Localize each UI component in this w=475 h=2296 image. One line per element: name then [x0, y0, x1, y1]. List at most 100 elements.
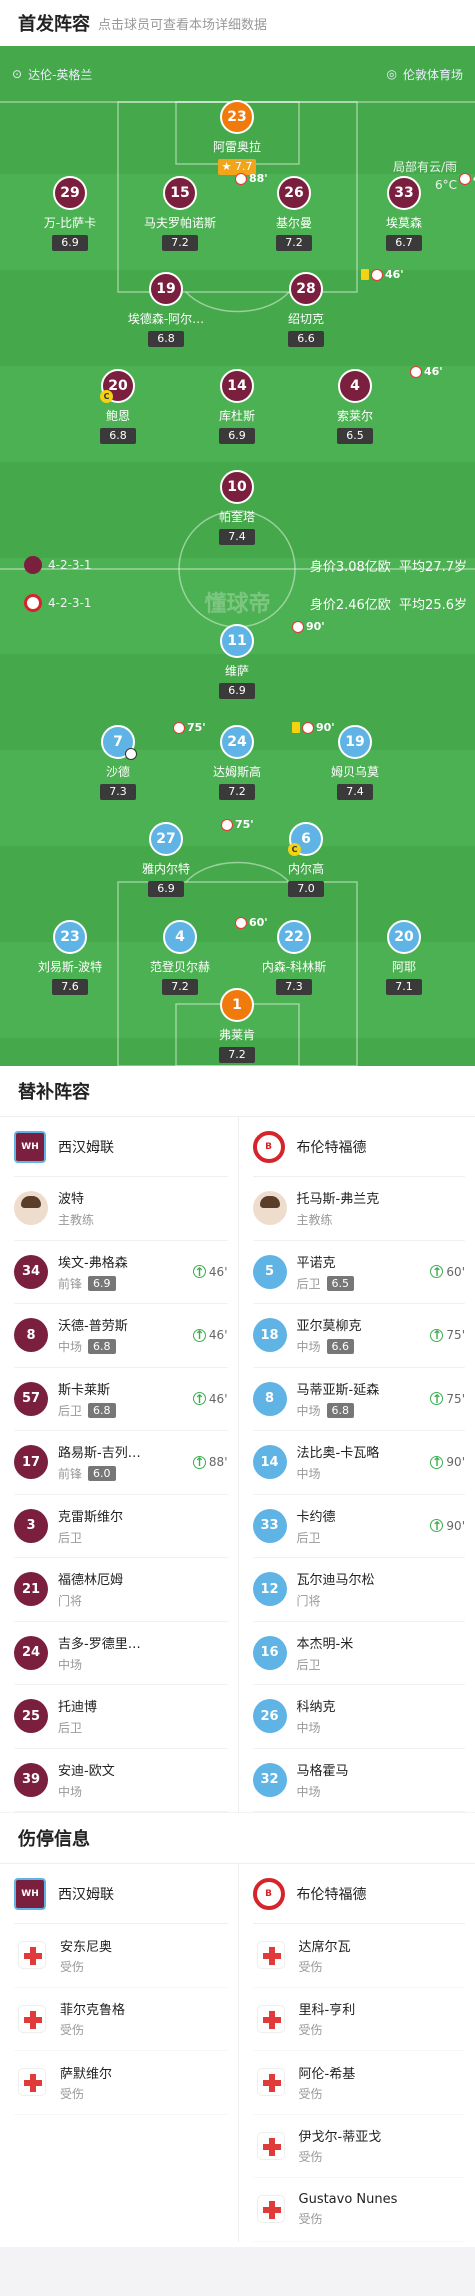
away-player[interactable]: 23 刘易斯-波特 7.6 — [15, 920, 125, 995]
player-number: 4 — [350, 378, 360, 394]
sub-position-line: 后卫 — [58, 1529, 228, 1546]
inj-home-team[interactable]: WH 西汉姆联 — [14, 1864, 228, 1924]
rating-value: 7.4 — [228, 530, 246, 543]
sub-row[interactable]: 8 沃德-普劳斯 中场 6.8 ↑ 46' — [14, 1304, 228, 1368]
sub-row[interactable]: 8 马蒂亚斯-延森 中场 6.8 ↑ 75' — [252, 1368, 465, 1431]
sub-row[interactable]: 26 科纳克 中场 — [252, 1685, 465, 1749]
player-number-circle: 20 C — [100, 369, 135, 403]
player-name: 维萨 — [224, 664, 249, 678]
rating-value: 6.9 — [61, 236, 79, 249]
player-rating: 7.2 — [162, 235, 198, 251]
sub-position: 前锋 — [58, 1276, 83, 1291]
injured-player-name: 菲尔克鲁格 — [60, 2003, 126, 2019]
home-player[interactable]: 29 万-比萨卡 6.9 — [15, 176, 125, 251]
home-player[interactable]: 10 帕奎塔 7.4 — [182, 470, 292, 545]
sub-row[interactable]: 17 路易斯-吉列… 前锋 6.0 ↑ 88' — [14, 1431, 228, 1495]
player-rating: 6.7 — [386, 235, 422, 251]
away-player[interactable]: 4 60' 范登贝尔赫 7.2 — [125, 916, 268, 995]
sub-row[interactable]: 托马斯-弗兰克 主教练 — [252, 1177, 466, 1241]
sub-row[interactable]: 24 吉多-罗德里… 中场 — [14, 1622, 228, 1685]
player-name: 雅内尔特 — [141, 862, 190, 876]
player-rating: 6.8 — [100, 428, 136, 444]
sub-row[interactable]: 3 克雷斯维尔 后卫 — [14, 1495, 228, 1558]
sub-row[interactable]: 32 马格霍马 中场 — [252, 1749, 466, 1812]
home-player[interactable]: 19 埃德森-阿尔… 6.8 — [111, 272, 221, 347]
sub-row[interactable]: 14 法比奥-卡瓦略 中场 ↑ 90' — [252, 1431, 465, 1495]
inj-away-team[interactable]: B 布伦特福德 — [252, 1864, 465, 1924]
home-player[interactable]: 14 库杜斯 6.9 — [182, 369, 292, 444]
home-player[interactable]: 33 46' 埃莫森 6.7 — [349, 172, 475, 251]
injured-player-name: 安东尼奥 — [60, 1939, 113, 1955]
player-number-circle: 4 46' — [338, 365, 443, 403]
substitution-icon — [221, 818, 233, 831]
sub-position-line: 中场 — [297, 1783, 466, 1800]
rating-value: 6.9 — [157, 882, 175, 895]
home-player[interactable]: 28 46' 绍切克 6.6 — [251, 268, 404, 347]
subs-home-team[interactable]: WH 西汉姆联 — [14, 1117, 228, 1177]
sub-time: 75' — [446, 1328, 465, 1343]
sub-row[interactable]: 25 托迪博 后卫 — [14, 1685, 228, 1749]
player-number: 19 — [156, 281, 176, 297]
sub-minute: 90' — [306, 620, 325, 633]
sub-position: 主教练 — [296, 1213, 333, 1228]
away-player[interactable]: 19 姆贝乌莫 7.4 — [300, 725, 410, 800]
player-name: 绍切克 — [287, 312, 324, 326]
player-number: 29 — [60, 185, 80, 201]
sub-row[interactable]: 33 卡约德 后卫 ↑ 90' — [252, 1495, 465, 1558]
sub-row[interactable]: 16 本杰明-米 后卫 — [252, 1622, 465, 1685]
injury-info: 达席尔瓦 受伤 — [299, 1936, 351, 1975]
sub-position-line: 后卫 — [58, 1719, 228, 1736]
injury-info: 里科-亨利 受伤 — [299, 1999, 356, 2038]
sub-row[interactable]: 18 亚尔莫柳克 中场 6.6 ↑ 75' — [252, 1304, 465, 1368]
away-player[interactable]: 11 90' 维萨 6.9 — [182, 620, 325, 699]
home-player[interactable]: 20 C 鲍恩 6.8 — [63, 369, 173, 444]
sub-in-arrow-icon: ↑ — [430, 1518, 444, 1533]
player-number-circle: 28 46' — [289, 268, 404, 306]
injury-row[interactable]: Gustavo Nunes 受伤 — [252, 2178, 465, 2242]
away-player[interactable]: 7 75' 沙德 7.3 — [63, 721, 206, 800]
rating-value: 7.0 — [297, 882, 315, 895]
home-player[interactable]: 4 46' 索莱尔 6.5 — [300, 365, 443, 444]
sub-name: 瓦尔迪马尔松 — [296, 1573, 375, 1589]
sub-row[interactable]: 5 平诺克 后卫 6.5 ↑ 60' — [252, 1241, 465, 1304]
away-player[interactable]: 1 弗莱肯 7.2 — [182, 988, 292, 1063]
sub-rating: 6.6 — [326, 1339, 355, 1355]
sub-info: 托马斯-弗兰克 主教练 — [297, 1188, 466, 1228]
away-player[interactable]: 20 阿耶 7.1 — [349, 920, 459, 995]
away-player[interactable]: 27 75' 雅内尔特 6.9 — [111, 818, 254, 897]
sub-row[interactable]: 39 安迪-欧文 中场 — [14, 1749, 228, 1812]
event-icons: 46' — [361, 268, 404, 281]
medical-cross-icon — [256, 2131, 285, 2160]
home-player[interactable]: 15 88' 马夫罗帕诺斯 7.2 — [125, 172, 268, 251]
sub-row[interactable]: 波特 主教练 — [14, 1177, 228, 1241]
home-player[interactable]: 26 基尔曼 7.2 — [239, 176, 349, 251]
away-player[interactable]: 6 C 内尔高 7.0 — [251, 822, 361, 897]
injury-row[interactable]: 阿伦-希基 受伤 — [252, 2051, 465, 2115]
sub-number: 33 — [252, 1508, 287, 1543]
sub-row[interactable]: 57 斯卡莱斯 后卫 6.8 ↑ 46' — [14, 1368, 228, 1431]
sub-row[interactable]: 21 福德林厄姆 门将 — [14, 1558, 228, 1622]
player-rating: 6.9 — [219, 683, 255, 699]
player-name: 内森-科林斯 — [261, 960, 327, 974]
player-name: 沙德 — [105, 765, 130, 779]
sub-row[interactable]: 12 瓦尔迪马尔松 门将 — [252, 1558, 465, 1622]
rating-value: 6.5 — [346, 429, 364, 442]
stadium-icon: ◎ — [386, 67, 397, 81]
away-player[interactable]: 24 90' 达姆斯高 7.2 — [182, 721, 335, 800]
player-name: 鲍恩 — [105, 409, 130, 423]
sub-in-arrow-icon: ↑ — [192, 1391, 206, 1406]
away-player[interactable]: 22 内森-科林斯 7.3 — [239, 920, 349, 995]
sub-number: 18 — [252, 1318, 287, 1353]
player-number-circle: 15 88' — [163, 172, 268, 210]
injury-row[interactable]: 里科-亨利 受伤 — [252, 1988, 465, 2051]
subs-away-team[interactable]: B 布伦特福德 — [252, 1117, 465, 1177]
sub-row[interactable]: 34 埃文-弗格森 前锋 6.9 ↑ 46' — [14, 1241, 228, 1304]
injury-row[interactable]: 伊戈尔-蒂亚戈 受伤 — [252, 2115, 465, 2178]
sub-position: 中场 — [58, 1340, 83, 1355]
home-player[interactable]: 23 阿雷奥拉 ★ 7.7 — [182, 100, 292, 175]
injury-row[interactable]: 达席尔瓦 受伤 — [252, 1924, 465, 1988]
injury-row[interactable]: 萨默维尔 受伤 — [14, 2051, 228, 2115]
injury-row[interactable]: 菲尔克鲁格 受伤 — [14, 1988, 228, 2051]
injury-row[interactable]: 安东尼奥 受伤 — [14, 1924, 228, 1988]
sub-position: 主教练 — [58, 1213, 95, 1228]
